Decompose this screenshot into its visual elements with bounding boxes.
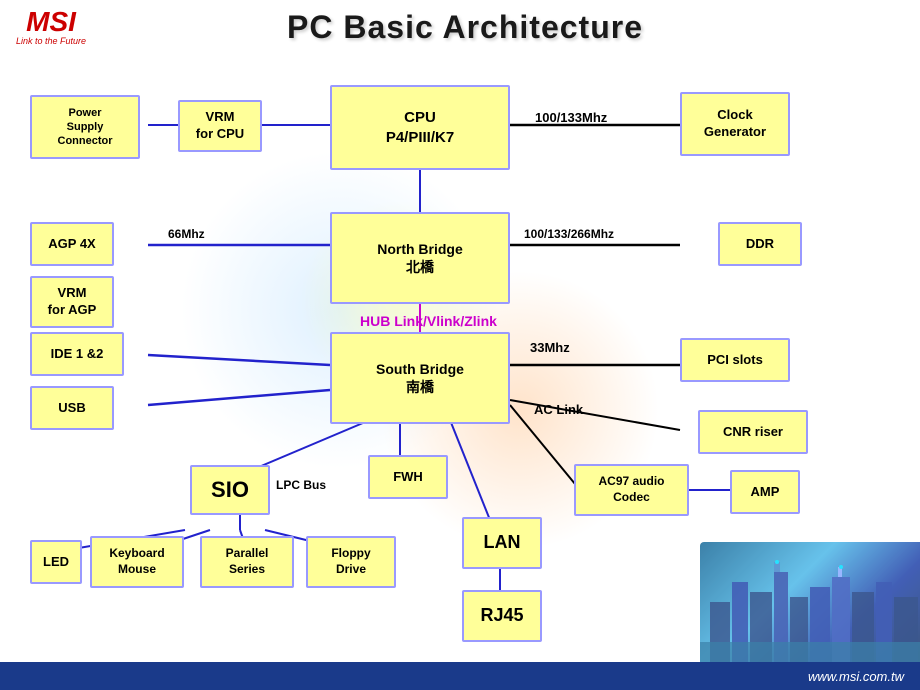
- south-bridge-box: South Bridge 南橋: [330, 332, 510, 424]
- sio-box: SIO: [190, 465, 270, 515]
- diagram-area: Power Supply Connector VRM for CPU CPU P…: [0, 70, 920, 662]
- agp4x-box: AGP 4X: [30, 222, 114, 266]
- ide-box: IDE 1 &2: [30, 332, 124, 376]
- vrm-agp-box: VRM for AGP: [30, 276, 114, 328]
- lan-box: LAN: [462, 517, 542, 569]
- led-box: LED: [30, 540, 82, 584]
- keyboard-mouse-box: Keyboard Mouse: [90, 536, 184, 588]
- label-mhz-33: 33Mhz: [530, 340, 570, 355]
- logo-tagline: Link to the Future: [16, 36, 86, 46]
- power-supply-box: Power Supply Connector: [30, 95, 140, 159]
- ac97-box: AC97 audio Codec: [574, 464, 689, 516]
- vrm-cpu-box: VRM for CPU: [178, 100, 262, 152]
- pci-slots-box: PCI slots: [680, 338, 790, 382]
- north-bridge-box: North Bridge 北橋: [330, 212, 510, 304]
- label-ac-link: AC Link: [534, 402, 583, 417]
- page-title: PC Basic Architecture: [106, 9, 824, 46]
- label-lpc-bus: LPC Bus: [276, 478, 326, 492]
- msi-logo: MSI Link to the Future: [16, 8, 86, 46]
- footer-url: www.msi.com.tw: [808, 669, 904, 684]
- header: MSI Link to the Future PC Basic Architec…: [0, 0, 920, 46]
- label-hub-link: HUB Link/Vlink/Zlink: [360, 313, 497, 329]
- cpu-box: CPU P4/PIII/K7: [330, 85, 510, 170]
- label-mhz-100-133-266: 100/133/266Mhz: [524, 227, 614, 241]
- logo-brand: MSI: [26, 8, 76, 36]
- rj45-box: RJ45: [462, 590, 542, 642]
- label-mhz-100-133-cpu: 100/133Mhz: [535, 110, 607, 125]
- ddr-box: DDR: [718, 222, 802, 266]
- floppy-drive-box: Floppy Drive: [306, 536, 396, 588]
- parallel-series-box: Parallel Series: [200, 536, 294, 588]
- label-mhz-66: 66Mhz: [168, 227, 205, 241]
- fwh-box: FWH: [368, 455, 448, 499]
- decorative-cityscape: [700, 542, 920, 662]
- cnr-riser-box: CNR riser: [698, 410, 808, 454]
- amp-box: AMP: [730, 470, 800, 514]
- usb-box: USB: [30, 386, 114, 430]
- footer: www.msi.com.tw: [0, 662, 920, 690]
- clock-generator-box: Clock Generator: [680, 92, 790, 156]
